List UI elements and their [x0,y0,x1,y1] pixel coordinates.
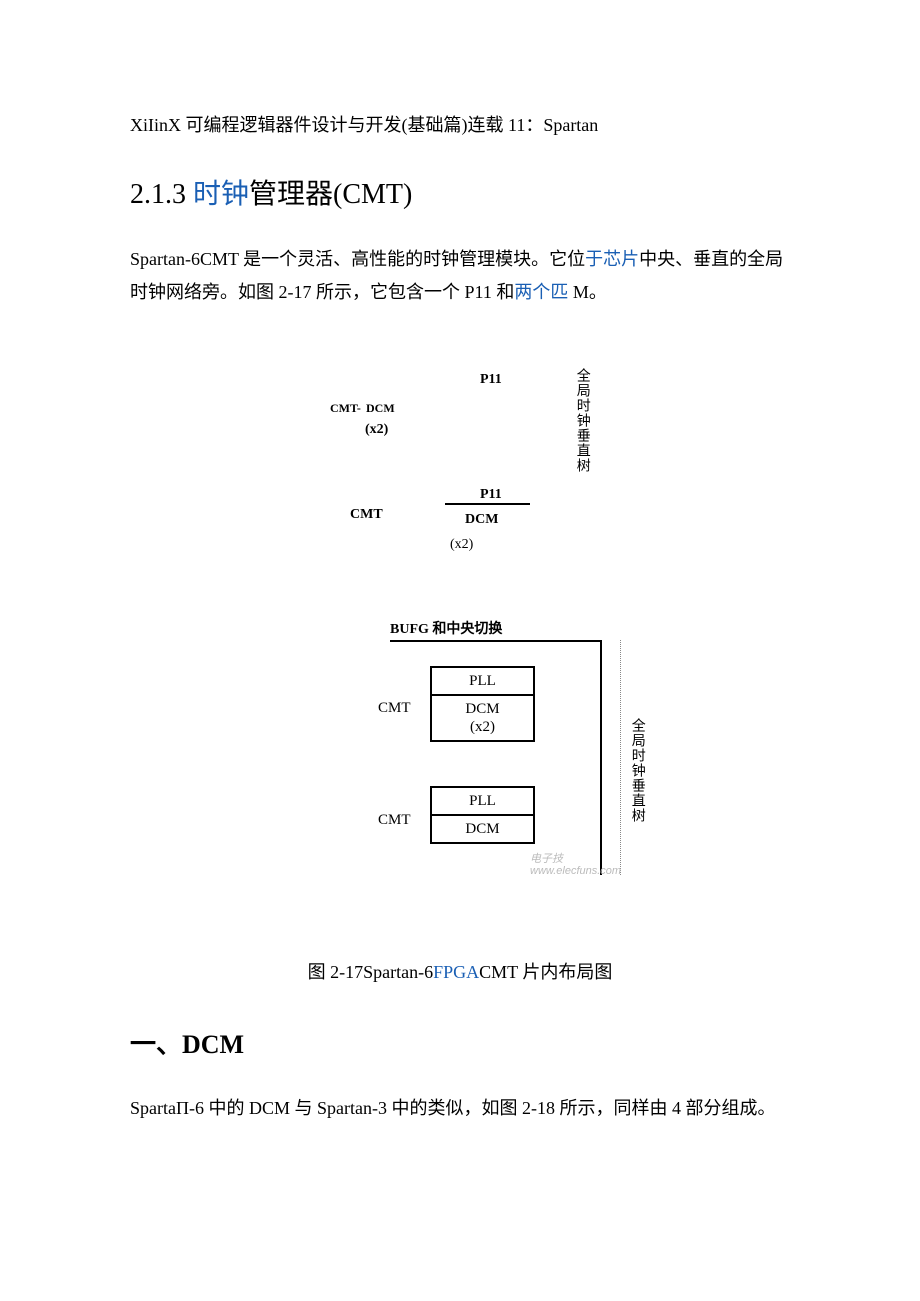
label-cmt-prefix: CMT- [330,398,361,418]
cell-dcm-2: DCM [432,816,533,842]
section-link[interactable]: 时钟 [193,179,249,210]
sub-heading-dcm: 一、DCM [130,1023,790,1067]
watermark: 电子技 www.elecfuns.com [530,853,621,877]
label-cmt-left-2: CMT [378,808,411,834]
label-bufg-title: BUFG 和中央切换 [390,618,502,642]
figure-caption: 图 2-17Spartan-6FPGACMT 片内布局图 [130,957,790,988]
section-tail: 管理器(CMT) [249,179,412,210]
label-x2-top: (x2) [365,418,388,442]
label-p11-top: P11 [480,368,502,392]
topline-text: XiIinX 可编程逻辑器件设计与开发(基础篇)连载 11：Spartan [130,115,598,135]
caption-post: CMT 片内布局图 [479,962,612,982]
caption-pre: 图 2-17Spartan-6 [308,962,433,982]
cmt-block-2: PLL DCM [430,786,535,844]
label-x2-mid: (x2) [450,533,473,557]
intro-seg1: Spartan-6CMT 是一个灵活、高性能的时钟管理模块。它位 [130,249,585,269]
diagram-top: P11 CMT- DCM (x2) CMT P11 DCM (x2) 全局时钟垂… [270,368,650,588]
intro-link1[interactable]: 于芯片 [585,249,639,269]
label-vertical-tree-bottom: 全局时钟垂直树 [625,718,649,823]
caption-link[interactable]: FPGA [433,962,479,982]
dotted-vertical-line [620,640,621,875]
figure-area: P11 CMT- DCM (x2) CMT P11 DCM (x2) 全局时钟垂… [130,368,790,927]
main-vertical-line [600,640,602,875]
watermark-line2: www.elecfuns.com [530,865,621,877]
intro-seg3: M。 [568,282,607,302]
watermark-line1: 电子技 [530,853,563,865]
section-heading: 2.1.3 时钟管理器(CMT) [130,171,790,219]
label-cmt-mid: CMT [350,503,383,527]
cell-pll-2: PLL [432,788,533,816]
label-vertical-tree-top: 全局时钟垂直树 [570,368,594,473]
label-dcm-mid: DCM [465,508,498,532]
divider-line-top [445,503,530,505]
label-cmt-left-1: CMT [378,696,411,722]
diagram-bottom: BUFG 和中央切换 PLL DCM (x2) CMT PLL DCM CMT … [270,618,650,918]
cmt-block-1: PLL DCM (x2) [430,666,535,742]
cell-dcm-x2: DCM (x2) [432,696,533,740]
section-number: 2.1.3 [130,179,193,210]
top-line-rule [390,640,600,642]
cell-pll-1: PLL [432,668,533,696]
intro-paragraph: Spartan-6CMT 是一个灵活、高性能的时钟管理模块。它位于芯片中央、垂直… [130,243,790,308]
last-paragraph: SpartaΠ-6 中的 DCM 与 Spartan-3 中的类似，如图 2-1… [130,1092,790,1124]
label-dcm-top: DCM [366,398,395,418]
top-context-line: XiIinX 可编程逻辑器件设计与开发(基础篇)连载 11：Spartan [130,110,790,141]
intro-link2[interactable]: 两个匹 [514,282,568,302]
